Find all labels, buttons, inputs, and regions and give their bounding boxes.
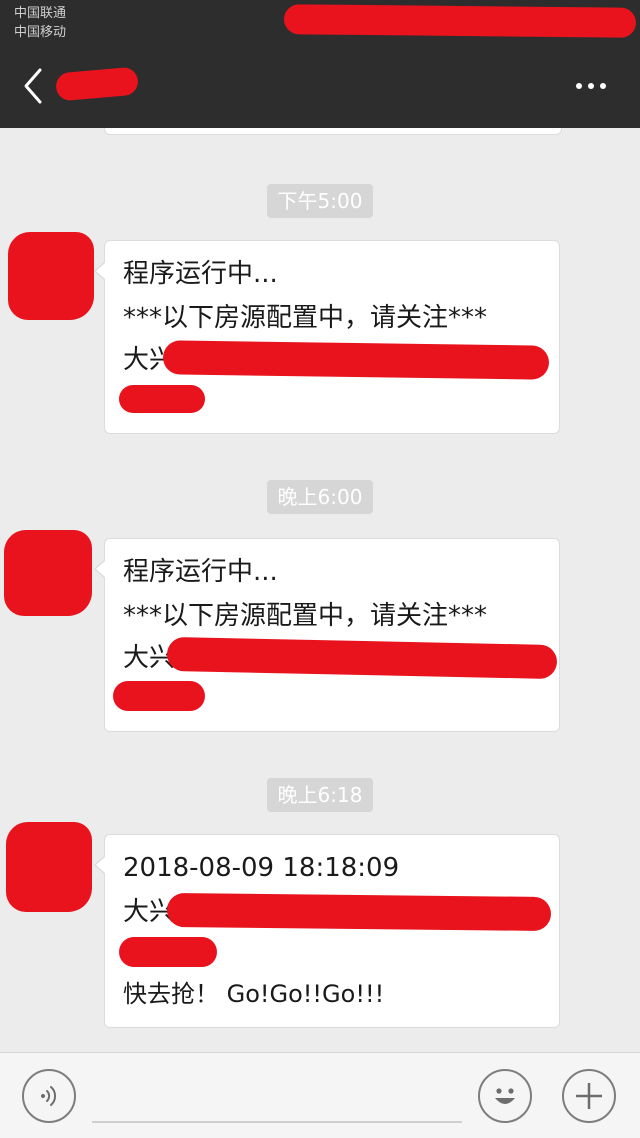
avatar[interactable] bbox=[4, 530, 92, 616]
redaction bbox=[119, 937, 217, 967]
emoji-button[interactable] bbox=[478, 1069, 532, 1123]
voice-icon bbox=[41, 1086, 57, 1106]
redaction bbox=[119, 385, 205, 413]
message-line: 2018-08-09 18:18:09 bbox=[123, 853, 400, 883]
message-bubble[interactable]: 程序运行中... ***以下房源配置中，请关注*** 大兴 bbox=[94, 538, 560, 732]
back-button[interactable] bbox=[16, 64, 56, 108]
redaction bbox=[162, 340, 550, 380]
carrier-2: 中国移动 bbox=[14, 25, 67, 40]
message-line: 程序运行中... bbox=[123, 557, 278, 587]
redaction bbox=[166, 636, 558, 680]
emoji-icon bbox=[495, 1088, 515, 1104]
carrier-labels: 中国联通 中国移动 bbox=[14, 4, 66, 42]
redaction bbox=[166, 892, 552, 932]
message-bubble[interactable]: 程序运行中... ***以下房源配置中，请关注*** 大兴 bbox=[94, 240, 560, 434]
avatar[interactable] bbox=[8, 232, 94, 320]
chat-title-redaction bbox=[54, 66, 140, 102]
previous-message-bubble bbox=[104, 128, 562, 135]
chevron-left-icon bbox=[24, 68, 42, 104]
status-bar-redaction bbox=[283, 4, 637, 38]
top-bar: 中国联通 中国移动 bbox=[0, 0, 640, 128]
message-bubble[interactable]: 2018-08-09 18:18:09 大兴 快去抢！ Go!Go!!Go!!! bbox=[94, 834, 560, 1028]
avatar[interactable] bbox=[6, 822, 92, 912]
add-button[interactable] bbox=[562, 1069, 616, 1123]
voice-button[interactable] bbox=[22, 1069, 76, 1123]
more-button[interactable] bbox=[566, 66, 616, 106]
redaction bbox=[113, 681, 205, 711]
message-line: ***以下房源配置中，请关注*** bbox=[123, 303, 488, 333]
message-line: 程序运行中... bbox=[123, 259, 278, 289]
message-line: ***以下房源配置中，请关注*** bbox=[123, 601, 488, 631]
carrier-1: 中国联通 bbox=[14, 6, 67, 21]
more-dots-icon bbox=[576, 83, 582, 89]
timestamp: 晚上6:00 bbox=[267, 480, 373, 514]
timestamp: 下午5:00 bbox=[267, 184, 373, 218]
chat-area[interactable]: 下午5:00 程序运行中... ***以下房源配置中，请关注*** 大兴 晚上6… bbox=[0, 128, 640, 1052]
message-input[interactable] bbox=[92, 1067, 462, 1123]
timestamp: 晚上6:18 bbox=[267, 778, 373, 812]
input-bar bbox=[0, 1052, 640, 1138]
message-line: 快去抢！ Go!Go!!Go!!! bbox=[123, 980, 385, 1008]
plus-icon bbox=[576, 1083, 602, 1109]
